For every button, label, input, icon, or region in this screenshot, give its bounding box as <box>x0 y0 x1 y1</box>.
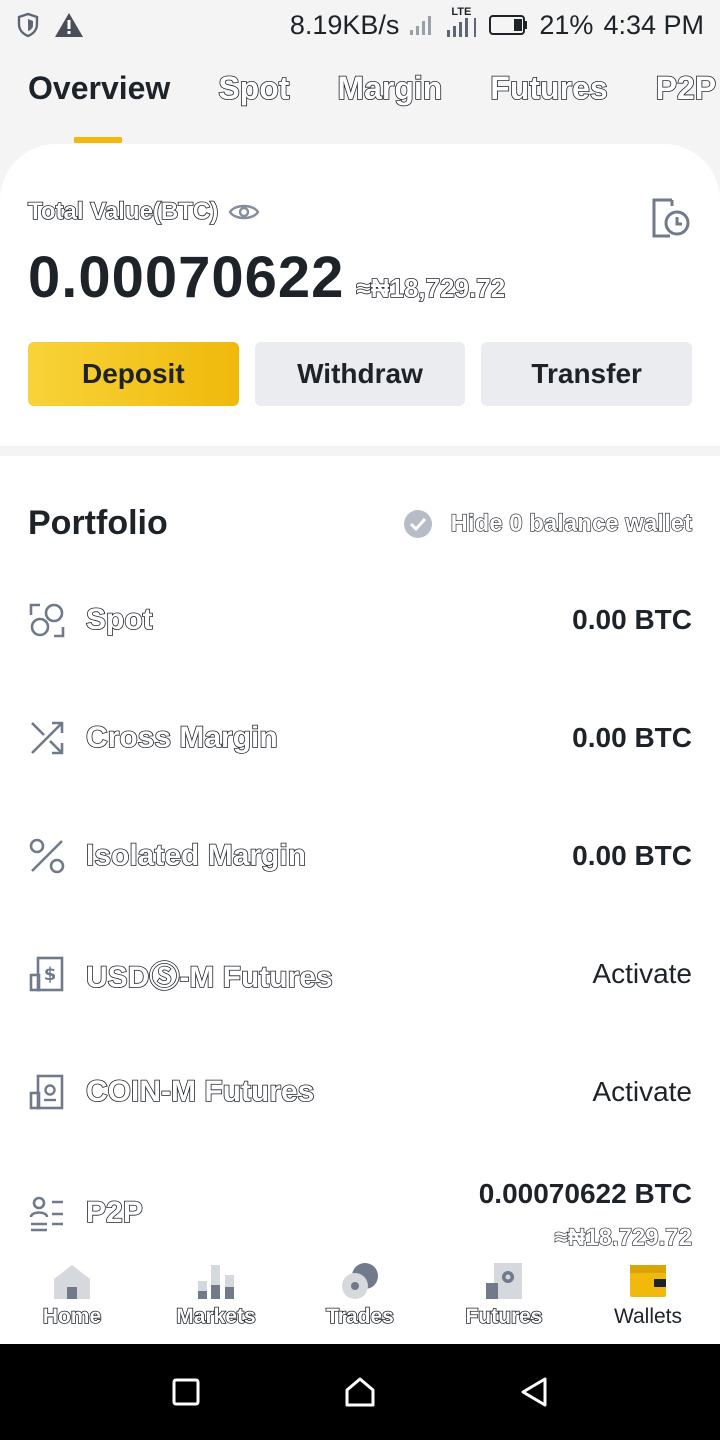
svg-text:$: $ <box>44 964 57 985</box>
tab-label: Futures <box>489 69 608 107</box>
portfolio-row-spot[interactable]: Spot 0.00 BTC <box>28 590 692 650</box>
nav-wallets[interactable]: Wallets <box>576 1261 720 1329</box>
clock: 4:34 PM <box>603 9 704 40</box>
tab-label: P2P <box>655 69 717 107</box>
lte-signal-icon <box>447 18 477 37</box>
nav-home[interactable]: Home <box>0 1261 144 1329</box>
deposit-button[interactable]: Deposit <box>28 342 239 406</box>
battery-icon <box>489 15 528 35</box>
net-speed: 8.19KB/s <box>289 9 400 40</box>
check-circle-icon[interactable] <box>403 509 433 539</box>
eye-icon[interactable] <box>228 201 260 223</box>
system-nav-bar <box>0 1344 720 1440</box>
portfolio-header: Portfolio Hide 0 balance wallet <box>28 504 693 543</box>
warning-icon <box>55 13 83 37</box>
p2p-icon <box>29 1196 63 1232</box>
hide-zero-balance-toggle[interactable]: Hide 0 balance wallet <box>403 509 693 539</box>
portfolio-row-coin-m-futures[interactable]: COIN-M Futures Activate <box>28 1062 692 1122</box>
p2p-values: 0.00070622 BTC ≈₦18,729.72 <box>479 1178 692 1246</box>
nav-label: Wallets <box>613 1305 683 1328</box>
total-value-text: Total Value(BTC) <box>27 197 219 226</box>
portfolio-section: Portfolio Hide 0 balance wallet Spot 0.0… <box>0 456 720 1246</box>
trades-icon <box>342 1263 378 1299</box>
balance: 0.00070622 ≈₦18,729.72 <box>28 244 506 311</box>
wallet-tabs: Overview Spot Margin Futures P2P <box>0 69 720 146</box>
battery-percent: 21% <box>539 9 594 40</box>
portfolio-row-cross-margin[interactable]: Cross Margin 0.00 BTC <box>28 708 692 768</box>
balance-fiat: ≈₦18,729.72 <box>356 272 506 304</box>
wallet-actions: Deposit Withdraw Transfer <box>28 342 693 406</box>
portfolio-row-p2p[interactable]: P2P 0.00070622 BTC ≈₦18,729.72 <box>28 1178 692 1246</box>
row-left: Isolated Margin <box>28 837 307 875</box>
total-value-label: Total Value(BTC) <box>27 197 260 226</box>
status-left <box>16 12 84 38</box>
row-name: Cross Margin <box>85 720 278 755</box>
activate-link[interactable]: Activate <box>592 958 692 990</box>
coin-futures-icon <box>29 1074 64 1110</box>
recents-icon[interactable] <box>171 1377 201 1407</box>
activate-link[interactable]: Activate <box>592 1076 692 1108</box>
status-right: 8.19KB/s LTE 21% 4:34 PM <box>289 6 704 41</box>
nav-label: Trades <box>325 1304 394 1329</box>
markets-icon <box>198 1265 234 1299</box>
tab-spot[interactable]: Spot <box>218 69 291 146</box>
row-name: COIN-M Futures <box>85 1074 315 1109</box>
row-name: Spot <box>85 602 153 637</box>
lte-signal: LTE <box>445 6 479 38</box>
tab-futures[interactable]: Futures <box>489 69 608 146</box>
row-left: COIN-M Futures <box>28 1073 315 1111</box>
status-bar: 8.19KB/s LTE 21% 4:34 PM <box>0 0 720 50</box>
nav-futures[interactable]: Futures <box>432 1261 576 1329</box>
row-fiat-value: ≈₦18,729.72 <box>554 1224 692 1246</box>
usd-futures-icon: $ <box>29 956 64 992</box>
portfolio-row-usd-m-futures[interactable]: $ USDⓈ-M Futures Activate <box>28 944 692 1004</box>
row-left: P2P <box>28 1194 144 1232</box>
row-name: USDⓈ-M Futures <box>85 960 333 995</box>
nav-label: Futures <box>465 1304 544 1329</box>
nav-trades[interactable]: Trades <box>288 1261 432 1329</box>
history-icon[interactable] <box>648 196 692 240</box>
row-value: 0.00 BTC <box>572 840 692 871</box>
home-icon <box>54 1265 90 1299</box>
nav-label: Home <box>42 1304 102 1329</box>
tab-margin[interactable]: Margin <box>337 69 443 146</box>
nav-markets[interactable]: Markets <box>144 1261 288 1329</box>
wallets-icon <box>630 1265 666 1297</box>
tab-p2p[interactable]: P2P <box>655 69 717 146</box>
back-icon[interactable] <box>519 1376 549 1408</box>
row-left: Spot <box>28 601 153 639</box>
row-name: Isolated Margin <box>85 838 307 873</box>
row-value: 0.00 BTC <box>572 722 692 753</box>
isolated-margin-icon <box>29 838 65 874</box>
spot-icon <box>29 603 65 638</box>
row-name: P2P <box>85 1195 143 1230</box>
futures-icon <box>486 1263 522 1299</box>
row-left: Cross Margin <box>28 719 279 757</box>
withdraw-button[interactable]: Withdraw <box>254 342 466 406</box>
signal-icon <box>410 16 432 35</box>
transfer-button[interactable]: Transfer <box>481 342 693 406</box>
nav-label: Markets <box>175 1304 256 1329</box>
row-left: $ USDⓈ-M Futures <box>28 952 333 996</box>
shield-icon <box>17 12 39 38</box>
tab-label: Margin <box>337 69 443 107</box>
balance-btc: 0.00070622 <box>28 245 345 310</box>
portfolio-row-isolated-margin[interactable]: Isolated Margin 0.00 BTC <box>28 826 692 886</box>
bottom-nav: Home Markets Trades Futures Wallets <box>0 1246 720 1344</box>
tab-label: Overview <box>28 70 171 106</box>
cross-margin-icon <box>31 721 64 755</box>
row-value: 0.00070622 BTC <box>478 1178 692 1209</box>
hide-zero-label: Hide 0 balance wallet <box>450 509 693 537</box>
tab-label: Spot <box>218 69 291 107</box>
portfolio-title: Portfolio <box>28 504 168 542</box>
row-value: 0.00 BTC <box>572 604 692 635</box>
tab-overview[interactable]: Overview <box>28 70 170 146</box>
home-button-icon[interactable] <box>344 1376 376 1408</box>
active-tab-indicator <box>74 137 122 143</box>
